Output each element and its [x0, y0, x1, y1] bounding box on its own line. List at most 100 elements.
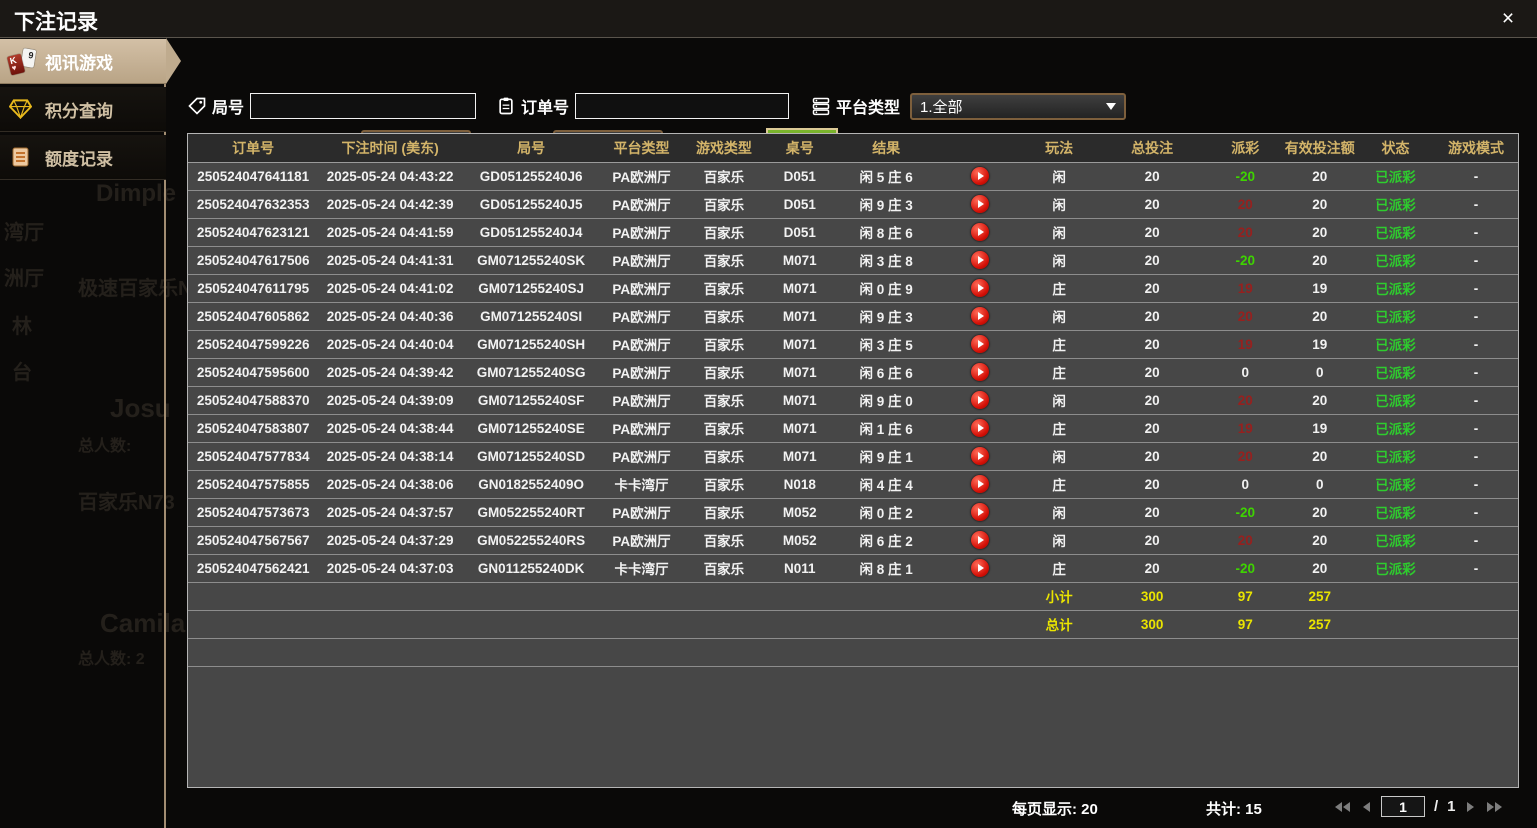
per-page-label: 每页显示:: [1012, 801, 1077, 818]
document-icon: [9, 147, 36, 167]
cell-round: GD051255240J6: [461, 162, 601, 191]
cell-payout: 20: [1208, 386, 1283, 415]
cell-result: 闲 3 庄 8: [834, 246, 939, 275]
replay-play-icon[interactable]: [970, 167, 989, 185]
replay-play-icon[interactable]: [970, 279, 989, 297]
col-replay: [938, 134, 1022, 163]
backdrop-ghost-text: 总人数:: [78, 438, 132, 455]
cell-order: 250524047575855: [188, 470, 319, 499]
first-page-button[interactable]: [1333, 800, 1352, 814]
cell-game-type: 百家乐: [682, 498, 766, 527]
cell-total-bet: 20: [1096, 218, 1209, 247]
bet-records-table-container: 订单号 下注时间 (美东) 局号 平台类型 游戏类型 桌号 结果 玩法 总投注 …: [187, 133, 1519, 788]
cell-bet-time: 2025-05-24 04:37:03: [318, 554, 462, 583]
cell-platform: PA欧洲厅: [600, 358, 683, 387]
cell-round: GM071255240SK: [461, 246, 601, 275]
sidebar-item-points-query[interactable]: 积分查询: [0, 87, 166, 132]
replay-play-icon[interactable]: [970, 503, 989, 521]
cell-order: 250524047583807: [188, 414, 319, 443]
grand-total-payout: 97: [1208, 610, 1283, 639]
total-count-label: 共计:: [1206, 801, 1241, 818]
table-header: 订单号 下注时间 (美东) 局号 平台类型 游戏类型 桌号 结果 玩法 总投注 …: [188, 134, 1518, 163]
cell-play-type: 庄: [1021, 554, 1097, 583]
replay-play-icon[interactable]: [970, 307, 989, 325]
platform-list-icon: [811, 96, 831, 116]
cell-bet-time: 2025-05-24 04:43:22: [318, 162, 462, 191]
cell-replay: [938, 498, 1022, 527]
cell-bet-time: 2025-05-24 04:39:42: [318, 358, 462, 387]
backdrop-ghost-text: Josu: [110, 393, 171, 423]
col-play-type: 玩法: [1021, 134, 1097, 163]
previous-page-button[interactable]: [1361, 800, 1372, 814]
cell-valid-bet: 0: [1282, 358, 1357, 387]
cell-status: 已派彩: [1356, 302, 1435, 331]
col-bet-time: 下注时间 (美东): [318, 134, 462, 163]
cell-order: 250524047599226: [188, 330, 319, 359]
replay-play-icon[interactable]: [970, 447, 989, 465]
table-row: 250524047641181 2025-05-24 04:43:22 GD05…: [188, 162, 1518, 191]
cell-bet-time: 2025-05-24 04:37:29: [318, 526, 462, 555]
cell-game-type: 百家乐: [682, 358, 766, 387]
cell-round: GN011255240DK: [461, 554, 601, 583]
cell-replay: [938, 330, 1022, 359]
cell-order: 250524047595600: [188, 358, 319, 387]
sidebar-item-video-games[interactable]: 9 K ♥ 视讯游戏: [0, 38, 181, 84]
replay-play-icon[interactable]: [970, 223, 989, 241]
replay-play-icon[interactable]: [970, 335, 989, 353]
last-page-button[interactable]: [1485, 800, 1504, 814]
cell-game-type: 百家乐: [682, 554, 766, 583]
sidebar-item-quota-records[interactable]: 额度记录: [0, 135, 166, 180]
cell-play-type: 庄: [1021, 274, 1097, 303]
cell-order: 250524047577834: [188, 442, 319, 471]
cell-status: 已派彩: [1356, 470, 1435, 499]
sidebar-item-label: 视讯游戏: [45, 53, 113, 73]
cell-table-no: M071: [765, 246, 835, 275]
cell-status: 已派彩: [1356, 218, 1435, 247]
cell-result: 闲 0 庄 2: [834, 498, 939, 527]
cell-result: 闲 8 庄 6: [834, 218, 939, 247]
cell-game-mode: -: [1434, 246, 1518, 275]
replay-play-icon[interactable]: [970, 391, 989, 409]
table-row: 250524047599226 2025-05-24 04:40:04 GM07…: [188, 330, 1518, 359]
cell-round: GM071255240SD: [461, 442, 601, 471]
table-row: 250524047575855 2025-05-24 04:38:06 GN01…: [188, 470, 1518, 499]
replay-play-icon[interactable]: [970, 363, 989, 381]
cell-replay: [938, 386, 1022, 415]
cell-payout: -20: [1208, 246, 1283, 275]
cell-game-type: 百家乐: [682, 302, 766, 331]
cell-game-type: 百家乐: [682, 190, 766, 219]
cell-platform: PA欧洲厅: [600, 218, 683, 247]
replay-play-icon[interactable]: [970, 251, 989, 269]
replay-play-icon[interactable]: [970, 419, 989, 437]
platform-type-label: 平台类型: [836, 100, 901, 117]
replay-play-icon[interactable]: [970, 195, 989, 213]
replay-play-icon[interactable]: [970, 475, 989, 493]
cell-game-type: 百家乐: [682, 246, 766, 275]
table-body: 250524047641181 2025-05-24 04:43:22 GD05…: [188, 162, 1518, 583]
round-number-input[interactable]: [250, 93, 477, 119]
subtotal-valid-bet: 257: [1282, 582, 1357, 611]
cell-game-mode: -: [1434, 302, 1518, 331]
col-valid-bet: 有效投注额: [1282, 134, 1357, 163]
cell-round: GM071255240SE: [461, 414, 601, 443]
cell-platform: PA欧洲厅: [600, 190, 683, 219]
cell-total-bet: 20: [1096, 358, 1209, 387]
cell-game-type: 百家乐: [682, 162, 766, 191]
order-number-input[interactable]: [575, 93, 790, 119]
grand-total-row: 总计 300 97 257: [188, 610, 1518, 639]
page-number-input[interactable]: [1381, 796, 1425, 817]
cell-valid-bet: 19: [1282, 274, 1357, 303]
platform-type-select[interactable]: 1.全部: [910, 92, 1127, 120]
replay-play-icon[interactable]: [970, 531, 989, 549]
cell-total-bet: 20: [1096, 470, 1209, 499]
cell-table-no: M071: [765, 386, 835, 415]
cell-order: 250524047562421: [188, 554, 319, 583]
modal-title: 下注记录: [14, 11, 98, 34]
cell-game-mode: -: [1434, 358, 1518, 387]
close-icon[interactable]: ×: [1495, 6, 1521, 32]
table-row: 250524047573673 2025-05-24 04:37:57 GM05…: [188, 498, 1518, 527]
cell-round: GN0182552409O: [461, 470, 601, 499]
replay-play-icon[interactable]: [970, 559, 989, 577]
next-page-button[interactable]: [1465, 800, 1476, 814]
empty-row: [188, 638, 1518, 667]
